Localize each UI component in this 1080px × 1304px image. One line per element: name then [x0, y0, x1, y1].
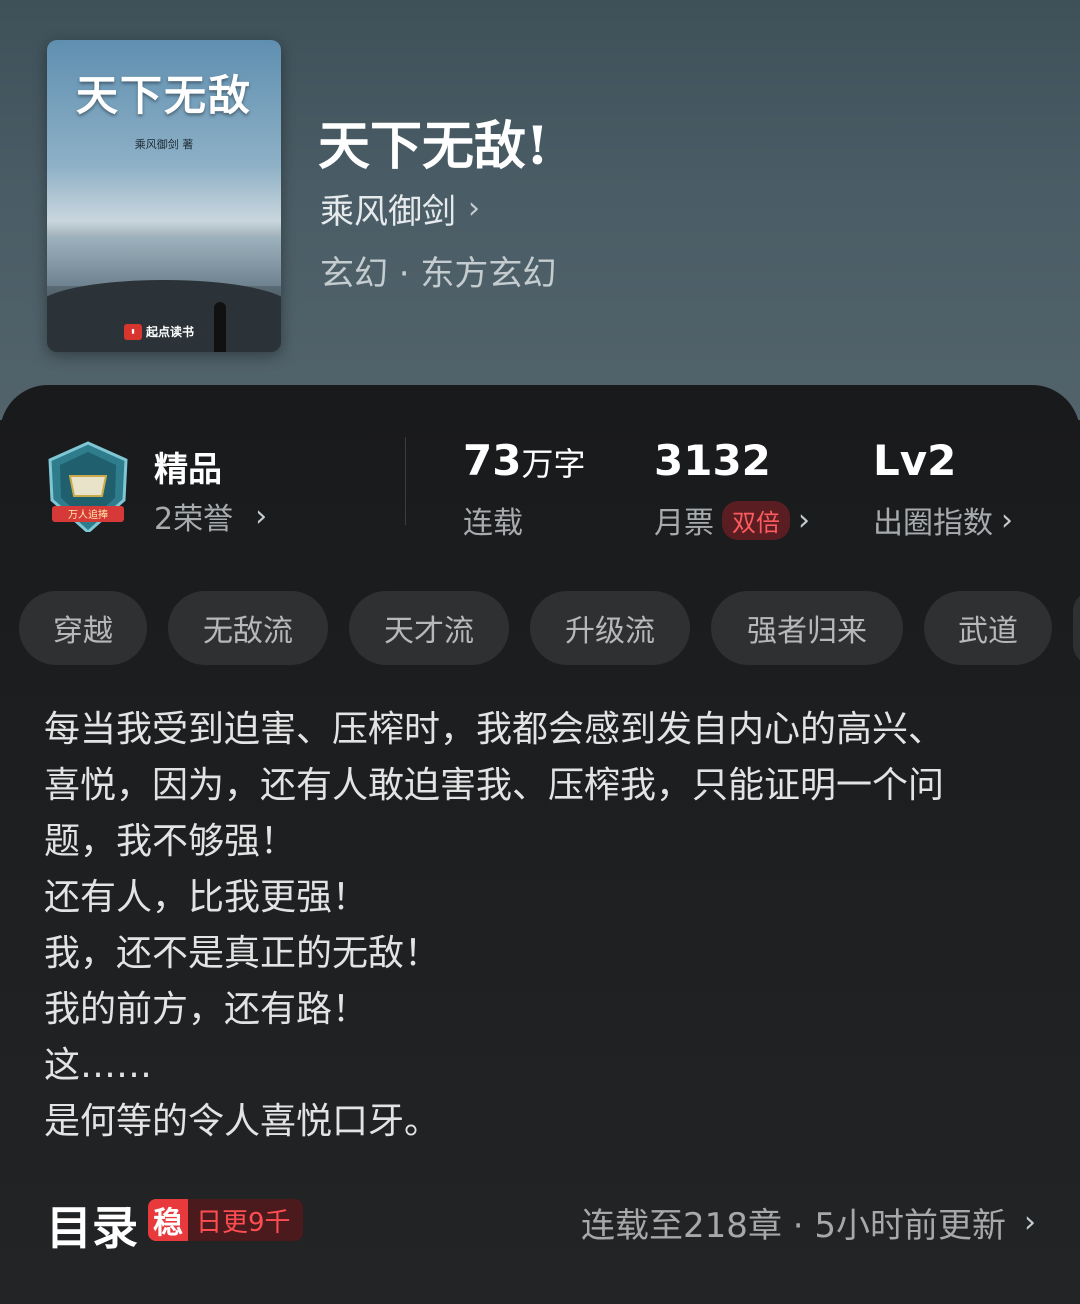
quality-label: 精品	[154, 450, 222, 490]
book-genre[interactable]: 玄幻 · 东方玄幻	[320, 246, 556, 295]
synopsis-line: 我，还不是真正的无敌！	[44, 933, 441, 974]
synopsis-line: 还有人，比我更强！	[44, 877, 369, 918]
book-cover[interactable]: 天下无敌 乘风御剑 著 ▮ 起点读书	[47, 40, 281, 352]
honors-link[interactable]: 2荣誉 ›	[154, 494, 267, 538]
popularity-index-link[interactable]: 出圈指数 ›	[873, 498, 1013, 542]
tag-chip[interactable]: 天才流	[349, 591, 509, 665]
synopsis-line: 题，我不够强！	[44, 821, 297, 862]
cover-publisher: 起点读书	[146, 325, 195, 339]
tag-chip[interactable]: 穿越	[19, 591, 147, 665]
word-count-value: 73	[463, 436, 522, 485]
publisher-logo-icon: ▮	[124, 323, 142, 340]
toc-link[interactable]: 连载至218章 · 5小时前更新 ›	[581, 1198, 1036, 1247]
chevron-right-icon: ›	[798, 502, 810, 538]
serial-status-label: 连载	[463, 506, 523, 541]
double-tickets-badge: 双倍	[722, 500, 790, 540]
chevron-right-icon: ›	[468, 191, 480, 226]
synopsis-line: 喜悦，因为，还有人敢迫害我、压榨我，只能证明一个问	[44, 765, 945, 806]
chevron-right-icon: ›	[1001, 502, 1013, 538]
popularity-index-label: 出圈指数	[873, 506, 993, 541]
daily-update-text: 日更9千	[196, 1207, 291, 1238]
tag-chip[interactable]: 强者归来	[711, 591, 903, 665]
synopsis-line: 是何等的令人喜悦口牙。	[44, 1101, 441, 1142]
book-header: 天下无敌 乘风御剑 著 ▮ 起点读书 天下无敌! 乘风御剑 › 玄幻 · 东方玄…	[0, 0, 1080, 420]
book-title: 天下无敌!	[318, 116, 549, 177]
synopsis-line: 这……	[44, 1045, 153, 1086]
honors-count: 2荣誉	[154, 502, 234, 537]
chevron-right-icon: ›	[255, 498, 268, 534]
tag-chip[interactable]: 无敌流	[168, 591, 328, 665]
tag-chip[interactable]: 升级流	[530, 591, 690, 665]
cover-publisher-logo: ▮ 起点读书	[124, 323, 194, 340]
honor-shield-icon[interactable]: 万人追捧	[44, 440, 132, 532]
cover-title: 天下无敌	[75, 71, 252, 120]
cover-cliff-illustration	[47, 280, 281, 352]
daily-update-badge: 稳 日更9千	[148, 1199, 303, 1241]
tag-list: 穿越 无敌流 天才流 升级流 强者归来 武道	[19, 591, 1080, 665]
stats-divider	[405, 437, 406, 525]
author-link[interactable]: 乘风御剑 ›	[320, 184, 480, 233]
synopsis-line: 每当我受到迫害、压榨时，我都会感到发自内心的高兴、	[44, 709, 945, 750]
toc-title[interactable]: 目录	[46, 1192, 138, 1258]
stable-update-icon: 稳	[148, 1199, 188, 1241]
honor-badge-text: 万人追捧	[68, 508, 108, 521]
monthly-tickets-link[interactable]: 月票 双倍 ›	[654, 498, 810, 542]
tag-chip-overflow[interactable]	[1073, 591, 1080, 665]
word-count-unit: 万字	[521, 445, 586, 483]
popularity-level-value: Lv2	[873, 436, 957, 485]
toc-update-status: 连载至218章 · 5小时前更新	[581, 1206, 1006, 1246]
cover-author: 乘风御剑 著	[134, 138, 194, 151]
cover-sea-illustration	[47, 236, 281, 286]
synopsis-line: 我的前方，还有路！	[44, 989, 369, 1030]
chevron-right-icon: ›	[1024, 1205, 1036, 1240]
monthly-tickets-label: 月票	[654, 506, 714, 541]
serial-status: 连载	[463, 498, 523, 542]
author-name: 乘风御剑	[320, 192, 456, 232]
book-synopsis[interactable]: 每当我受到迫害、压榨时，我都会感到发自内心的高兴、 喜悦，因为，还有人敢迫害我、…	[44, 702, 1044, 1150]
monthly-tickets-value: 3132	[654, 436, 771, 485]
word-count: 73万字	[463, 436, 585, 485]
cover-figure-illustration	[214, 302, 226, 352]
tag-chip[interactable]: 武道	[924, 591, 1052, 665]
